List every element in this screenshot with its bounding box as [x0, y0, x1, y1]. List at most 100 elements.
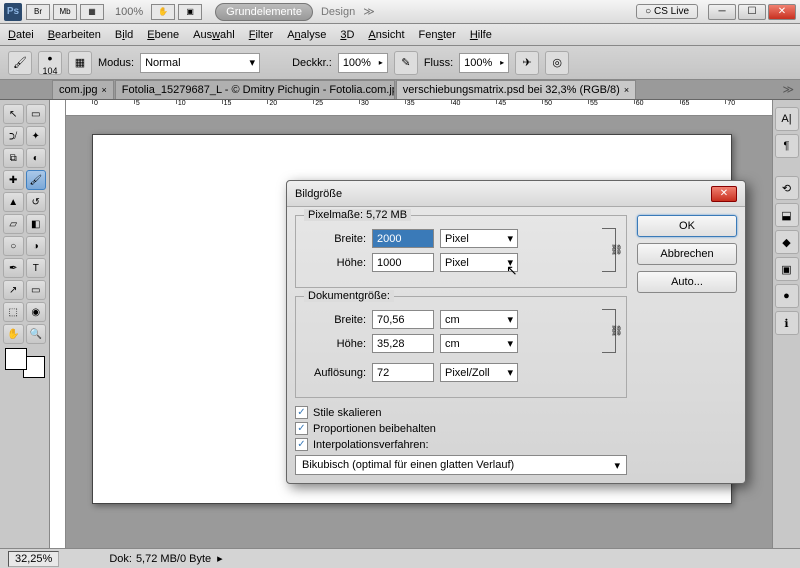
px-height-input[interactable]	[372, 253, 434, 272]
px-height-unit[interactable]: Pixel▾	[440, 253, 518, 272]
history-panel-icon[interactable]: ⟲	[775, 176, 799, 200]
doc-tab-0[interactable]: com.jpg×	[52, 80, 114, 99]
doc-height-input[interactable]	[372, 334, 434, 353]
airbrush-icon[interactable]: ✈	[515, 51, 539, 75]
path-tool[interactable]: ↗	[3, 280, 24, 300]
link-icon[interactable]: ⛓	[610, 326, 623, 337]
menu-hilfe[interactable]: Hilfe	[470, 29, 492, 41]
cs-live-button[interactable]: CS Live	[636, 4, 698, 19]
dialog-close-button[interactable]: ✕	[711, 186, 737, 202]
view-button[interactable]: ▣	[178, 4, 202, 20]
pressure-opacity-icon[interactable]: ✎	[394, 51, 418, 75]
menu-bearbeiten[interactable]: Bearbeiten	[48, 29, 101, 41]
menu-3d[interactable]: 3D	[340, 29, 354, 41]
px-link-bracket: ⛓	[602, 228, 616, 272]
maximize-button[interactable]: ☐	[738, 4, 766, 20]
ruler-vertical[interactable]	[50, 100, 66, 568]
br-button[interactable]: Br	[26, 4, 50, 20]
3d-tool[interactable]: ⬚	[3, 302, 24, 322]
swatches-panel-icon[interactable]: ◆	[775, 230, 799, 254]
stamp-tool[interactable]: ▲	[3, 192, 24, 212]
marquee-tool[interactable]: ▭	[26, 104, 47, 124]
workspace-essentials[interactable]: Grundelemente	[215, 3, 313, 21]
resolution-input[interactable]	[372, 363, 434, 382]
character-panel-icon[interactable]: A|	[775, 107, 799, 131]
close-button[interactable]: ✕	[768, 4, 796, 20]
hand-button[interactable]: ✋	[151, 4, 175, 20]
menu-datei[interactable]: Datei	[8, 29, 34, 41]
lasso-tool[interactable]: ⟉	[3, 126, 24, 146]
menu-auswahl[interactable]: Auswahl	[193, 29, 235, 41]
workspace-more[interactable]: ≫	[363, 5, 375, 18]
link-icon[interactable]: ⛓	[610, 245, 623, 256]
constrain-prop-checkbox[interactable]: ✓	[295, 422, 308, 435]
doc-tab-1[interactable]: Fotolia_15279687_L - © Dmitry Pichugin -…	[115, 80, 395, 99]
tabs-more-icon[interactable]: ≫	[782, 83, 794, 96]
layers-panel-icon[interactable]: ▣	[775, 257, 799, 281]
eraser-tool[interactable]: ▱	[3, 214, 24, 234]
crop-tool[interactable]: ⧉	[3, 148, 24, 168]
resolution-label: Auflösung:	[306, 367, 366, 379]
heal-tool[interactable]: ✚	[3, 170, 24, 190]
px-width-label: Breite:	[306, 233, 366, 245]
status-arrow-icon[interactable]: ▸	[217, 552, 223, 565]
menu-fenster[interactable]: Fenster	[419, 29, 456, 41]
brush-tool-icon[interactable]: 🖌	[8, 51, 32, 75]
pixel-dimensions-group: Pixelmaße: 5,72 MB Breite: Pixel▾ Höhe: …	[295, 215, 627, 288]
scale-styles-checkbox[interactable]: ✓	[295, 406, 308, 419]
doc-tab-2[interactable]: verschiebungsmatrix.psd bei 32,3% (RGB/8…	[396, 80, 636, 99]
info-panel-icon[interactable]: ℹ	[775, 311, 799, 335]
wand-tool[interactable]: ✦	[26, 126, 47, 146]
brush-tool[interactable]: 🖌	[26, 170, 47, 190]
menu-analyse[interactable]: Analyse	[287, 29, 326, 41]
close-icon[interactable]: ×	[102, 85, 107, 95]
px-width-input[interactable]	[372, 229, 434, 248]
shape-tool[interactable]: ▭	[26, 280, 47, 300]
pressure-size-icon[interactable]: ◎	[545, 51, 569, 75]
workspace-design[interactable]: Design	[321, 6, 355, 18]
move-tool[interactable]: ↖	[3, 104, 24, 124]
gradient-tool[interactable]: ◧	[26, 214, 47, 234]
type-tool[interactable]: T	[26, 258, 47, 278]
zoom-percent[interactable]: 100%	[115, 6, 143, 18]
brush-preset[interactable]: •104	[38, 51, 62, 75]
ok-button[interactable]: OK	[637, 215, 737, 237]
px-width-unit[interactable]: Pixel▾	[440, 229, 518, 248]
zoom-tool[interactable]: 🔍	[26, 324, 47, 344]
pixel-dimensions-legend: Pixelmaße: 5,72 MB	[304, 209, 411, 221]
blur-tool[interactable]: ○	[3, 236, 24, 256]
menu-bild[interactable]: Bild	[115, 29, 133, 41]
dialog-title-bar[interactable]: Bildgröße ✕	[287, 181, 745, 207]
status-zoom[interactable]: 32,25%	[8, 551, 59, 567]
close-icon[interactable]: ×	[624, 85, 629, 95]
flow-field[interactable]: 100%▸	[459, 53, 509, 73]
camera-tool[interactable]: ◉	[26, 302, 47, 322]
paragraph-panel-icon[interactable]: ¶	[775, 134, 799, 158]
menu-filter[interactable]: Filter	[249, 29, 273, 41]
color-swatches[interactable]	[5, 348, 45, 378]
pen-tool[interactable]: ✒	[3, 258, 24, 278]
doc-width-input[interactable]	[372, 310, 434, 329]
minimize-button[interactable]: ─	[708, 4, 736, 20]
brush-panel-icon[interactable]: ▦	[68, 51, 92, 75]
interpolation-select[interactable]: Bikubisch (optimal für einen glatten Ver…	[295, 455, 627, 475]
adjustments-panel-icon[interactable]: ⬓	[775, 203, 799, 227]
doc-height-unit[interactable]: cm▾	[440, 334, 518, 353]
color-panel-icon[interactable]: ●	[775, 284, 799, 308]
mode-select[interactable]: Normal▾	[140, 53, 260, 73]
hand-tool[interactable]: ✋	[3, 324, 24, 344]
dodge-tool[interactable]: ◑	[26, 236, 47, 256]
resample-checkbox[interactable]: ✓	[295, 438, 308, 451]
eyedrop-tool[interactable]: ◐	[26, 148, 47, 168]
menu-ebene[interactable]: Ebene	[147, 29, 179, 41]
ruler-horizontal[interactable]: 0510152025303540455055606570	[66, 100, 772, 116]
history-brush-tool[interactable]: ↺	[26, 192, 47, 212]
opacity-field[interactable]: 100%▸	[338, 53, 388, 73]
layout-button[interactable]: ▦	[80, 4, 104, 20]
cancel-button[interactable]: Abbrechen	[637, 243, 737, 265]
resolution-unit[interactable]: Pixel/Zoll▾	[440, 363, 518, 382]
menu-ansicht[interactable]: Ansicht	[368, 29, 404, 41]
auto-button[interactable]: Auto...	[637, 271, 737, 293]
doc-width-unit[interactable]: cm▾	[440, 310, 518, 329]
mb-button[interactable]: Mb	[53, 4, 77, 20]
